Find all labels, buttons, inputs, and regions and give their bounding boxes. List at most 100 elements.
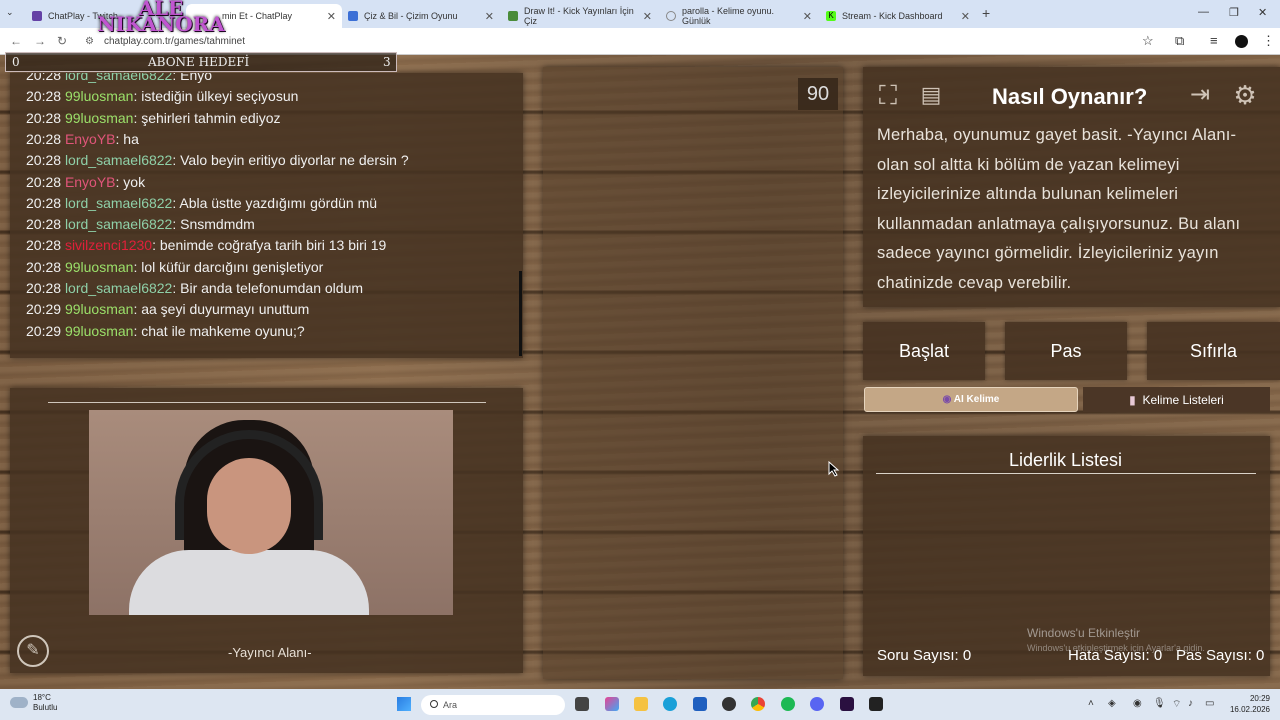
chat-text: : Snsmdmdm xyxy=(172,216,255,233)
chat-username[interactable]: sivilzenci1230 xyxy=(65,237,152,253)
close-tab-icon[interactable]: ✕ xyxy=(803,10,812,23)
divider xyxy=(48,402,486,403)
chat-message: 20:29 99luosman: aa şeyi duyurmayı unutt… xyxy=(26,301,309,317)
app-icon[interactable] xyxy=(840,697,854,711)
media-icon[interactable]: ≡ xyxy=(1210,33,1218,48)
countdown-timer: 90 xyxy=(798,78,838,110)
tab-ciz-bil[interactable]: Çiz & Bil - Çizim Oyunu ✕ xyxy=(342,4,500,28)
bookmark-star-icon[interactable]: ☆ xyxy=(1142,33,1154,49)
kick-favicon-icon: K xyxy=(826,11,836,21)
chrome-icon[interactable] xyxy=(751,697,765,711)
chat-time: 20:29 xyxy=(26,301,62,318)
chat-time: 20:28 xyxy=(26,73,62,83)
chat-username[interactable]: lord_samael6822 xyxy=(65,280,172,296)
chat-username[interactable]: EnyoYB xyxy=(65,131,116,147)
chat-username[interactable]: EnyoYB xyxy=(65,174,116,190)
chat-username[interactable]: 99luosman xyxy=(65,323,134,339)
tab-label: min Et - ChatPlay xyxy=(222,11,293,21)
obs-icon[interactable] xyxy=(722,697,736,711)
new-tab-plus-icon[interactable]: + xyxy=(982,5,990,21)
close-tab-icon[interactable]: ✕ xyxy=(485,10,494,23)
chat-text: : istediğin ülkeyi seçiyosun xyxy=(133,88,299,105)
store-icon[interactable] xyxy=(693,697,707,711)
battery-icon[interactable]: ▭ xyxy=(1205,698,1214,709)
task-view-icon[interactable] xyxy=(575,697,589,711)
chat-time: 20:28 xyxy=(26,258,62,275)
subscriber-goal-title: ABONE HEDEFİ xyxy=(148,55,250,69)
exit-icon[interactable]: ⇥ xyxy=(1183,78,1217,112)
close-tab-icon[interactable]: ✕ xyxy=(327,10,336,23)
volume-icon[interactable]: ♪ xyxy=(1188,698,1193,709)
chat-username[interactable]: lord_samael6822 xyxy=(65,152,172,168)
chat-message: 20:28 lord_samael6822: Enyo xyxy=(26,73,212,83)
wifi-icon[interactable]: ⌔ xyxy=(1172,698,1181,711)
tab-label: Çiz & Bil - Çizim Oyunu xyxy=(364,11,458,21)
tab-draw-it[interactable]: Draw It! - Kick Yayınları İçin Çiz ✕ xyxy=(502,4,658,28)
chat-text: : Abla üstte yazdığımı gördün mü xyxy=(172,194,378,211)
webcam-person-shirt xyxy=(129,550,369,615)
tab-kick-dashboard[interactable]: K Stream - Kick Dashboard ✕ xyxy=(820,4,976,28)
site-info-icon[interactable]: ⚙ xyxy=(85,36,94,47)
chat-message: 20:28 99luosman: lol küfür darcığını gen… xyxy=(26,259,323,275)
document-icon[interactable]: ▤ xyxy=(914,78,948,112)
tray-app-icon[interactable]: ◉ xyxy=(1133,698,1142,709)
chat-message: 20:28 lord_samael6822: Snsmdmdm xyxy=(26,216,255,232)
weather-widget[interactable]: 18°C Bulutlu xyxy=(33,693,57,713)
menu-kebab-icon[interactable]: ⋮ xyxy=(1262,33,1275,49)
settings-gear-icon[interactable]: ⚙ xyxy=(1228,78,1262,112)
subscriber-goal-target: 3 xyxy=(383,55,391,69)
question-count: Soru Sayısı: 0 xyxy=(877,647,972,664)
chat-time: 20:28 xyxy=(26,109,62,126)
file-explorer-icon[interactable] xyxy=(634,697,648,711)
close-tab-icon[interactable]: ✕ xyxy=(643,10,652,23)
clock-time: 20:29 xyxy=(1249,694,1270,703)
windows-start-icon[interactable] xyxy=(397,697,411,711)
cloud-weather-icon xyxy=(10,697,28,708)
back-arrow-icon[interactable]: ← xyxy=(10,34,22,48)
extensions-icon[interactable]: ⧉ xyxy=(1175,33,1184,49)
chevron-up-icon[interactable]: ˄ xyxy=(1088,698,1094,709)
tab-parolla[interactable]: parolla - Kelime oyunu. Günlük ✕ xyxy=(660,4,818,28)
ai-word-button[interactable]: ◉ AI Kelime xyxy=(864,387,1078,412)
chat-username[interactable]: 99luosman xyxy=(65,88,134,104)
leaderboard-title: Liderlik Listesi xyxy=(1009,450,1123,470)
twitch-favicon-icon xyxy=(32,11,42,21)
taskbar-search-input[interactable]: Ara xyxy=(421,695,565,715)
microphone-icon[interactable]: 🎙 xyxy=(1153,698,1166,709)
edge-icon[interactable] xyxy=(663,697,677,711)
pencil-icon[interactable]: ✎ xyxy=(17,635,49,667)
discord-icon[interactable] xyxy=(810,697,824,711)
word-lists-button[interactable]: ▮ Kelime Listeleri xyxy=(1083,387,1270,412)
window-close-icon[interactable]: ✕ xyxy=(1258,6,1267,19)
reload-icon[interactable]: ↻ xyxy=(57,34,67,48)
chat-username[interactable]: 99luosman xyxy=(65,301,134,317)
taskbar-clock[interactable]: 20:29 16.02.2026 xyxy=(1222,693,1270,715)
chat-scrollbar[interactable] xyxy=(519,271,522,356)
fullscreen-icon[interactable]: ⛶ xyxy=(871,78,905,112)
forward-arrow-icon[interactable]: → xyxy=(34,34,46,48)
close-tab-icon[interactable]: ✕ xyxy=(961,10,970,23)
minimize-icon[interactable]: — xyxy=(1198,6,1209,18)
spotify-icon[interactable] xyxy=(781,697,795,711)
pass-button[interactable]: Pas xyxy=(1005,322,1127,380)
how-to-play-title: Nasıl Oynanır? xyxy=(992,84,1148,109)
chat-username[interactable]: 99luosman xyxy=(65,110,134,126)
chat-message: 20:28 lord_samael6822: Valo beyin eritiy… xyxy=(26,152,409,168)
copilot-icon[interactable] xyxy=(605,697,619,711)
chat-text: : Valo beyin eritiyo diyorlar ne dersin … xyxy=(172,152,409,169)
chat-username[interactable]: lord_samael6822 xyxy=(65,73,172,83)
tab-search-icon[interactable]: ⌄ xyxy=(6,7,14,18)
start-button[interactable]: Başlat xyxy=(863,322,985,380)
pass-count: Pas Sayısı: 0 xyxy=(1176,647,1265,664)
chat-time: 20:28 xyxy=(26,152,62,169)
restore-icon[interactable]: ❐ xyxy=(1229,6,1239,19)
chat-username[interactable]: 99luosman xyxy=(65,259,134,275)
reset-button[interactable]: Sıfırla xyxy=(1147,322,1280,380)
tray-app-icon[interactable]: ◈ xyxy=(1108,698,1116,709)
chat-username[interactable]: lord_samael6822 xyxy=(65,216,172,232)
profile-avatar[interactable] xyxy=(1235,35,1248,48)
chat-text: : şehirleri tahmin ediyoz xyxy=(133,109,281,126)
streamer-logo: ALE NIKANORA xyxy=(97,0,225,36)
capcut-icon[interactable] xyxy=(869,697,883,711)
chat-username[interactable]: lord_samael6822 xyxy=(65,195,172,211)
